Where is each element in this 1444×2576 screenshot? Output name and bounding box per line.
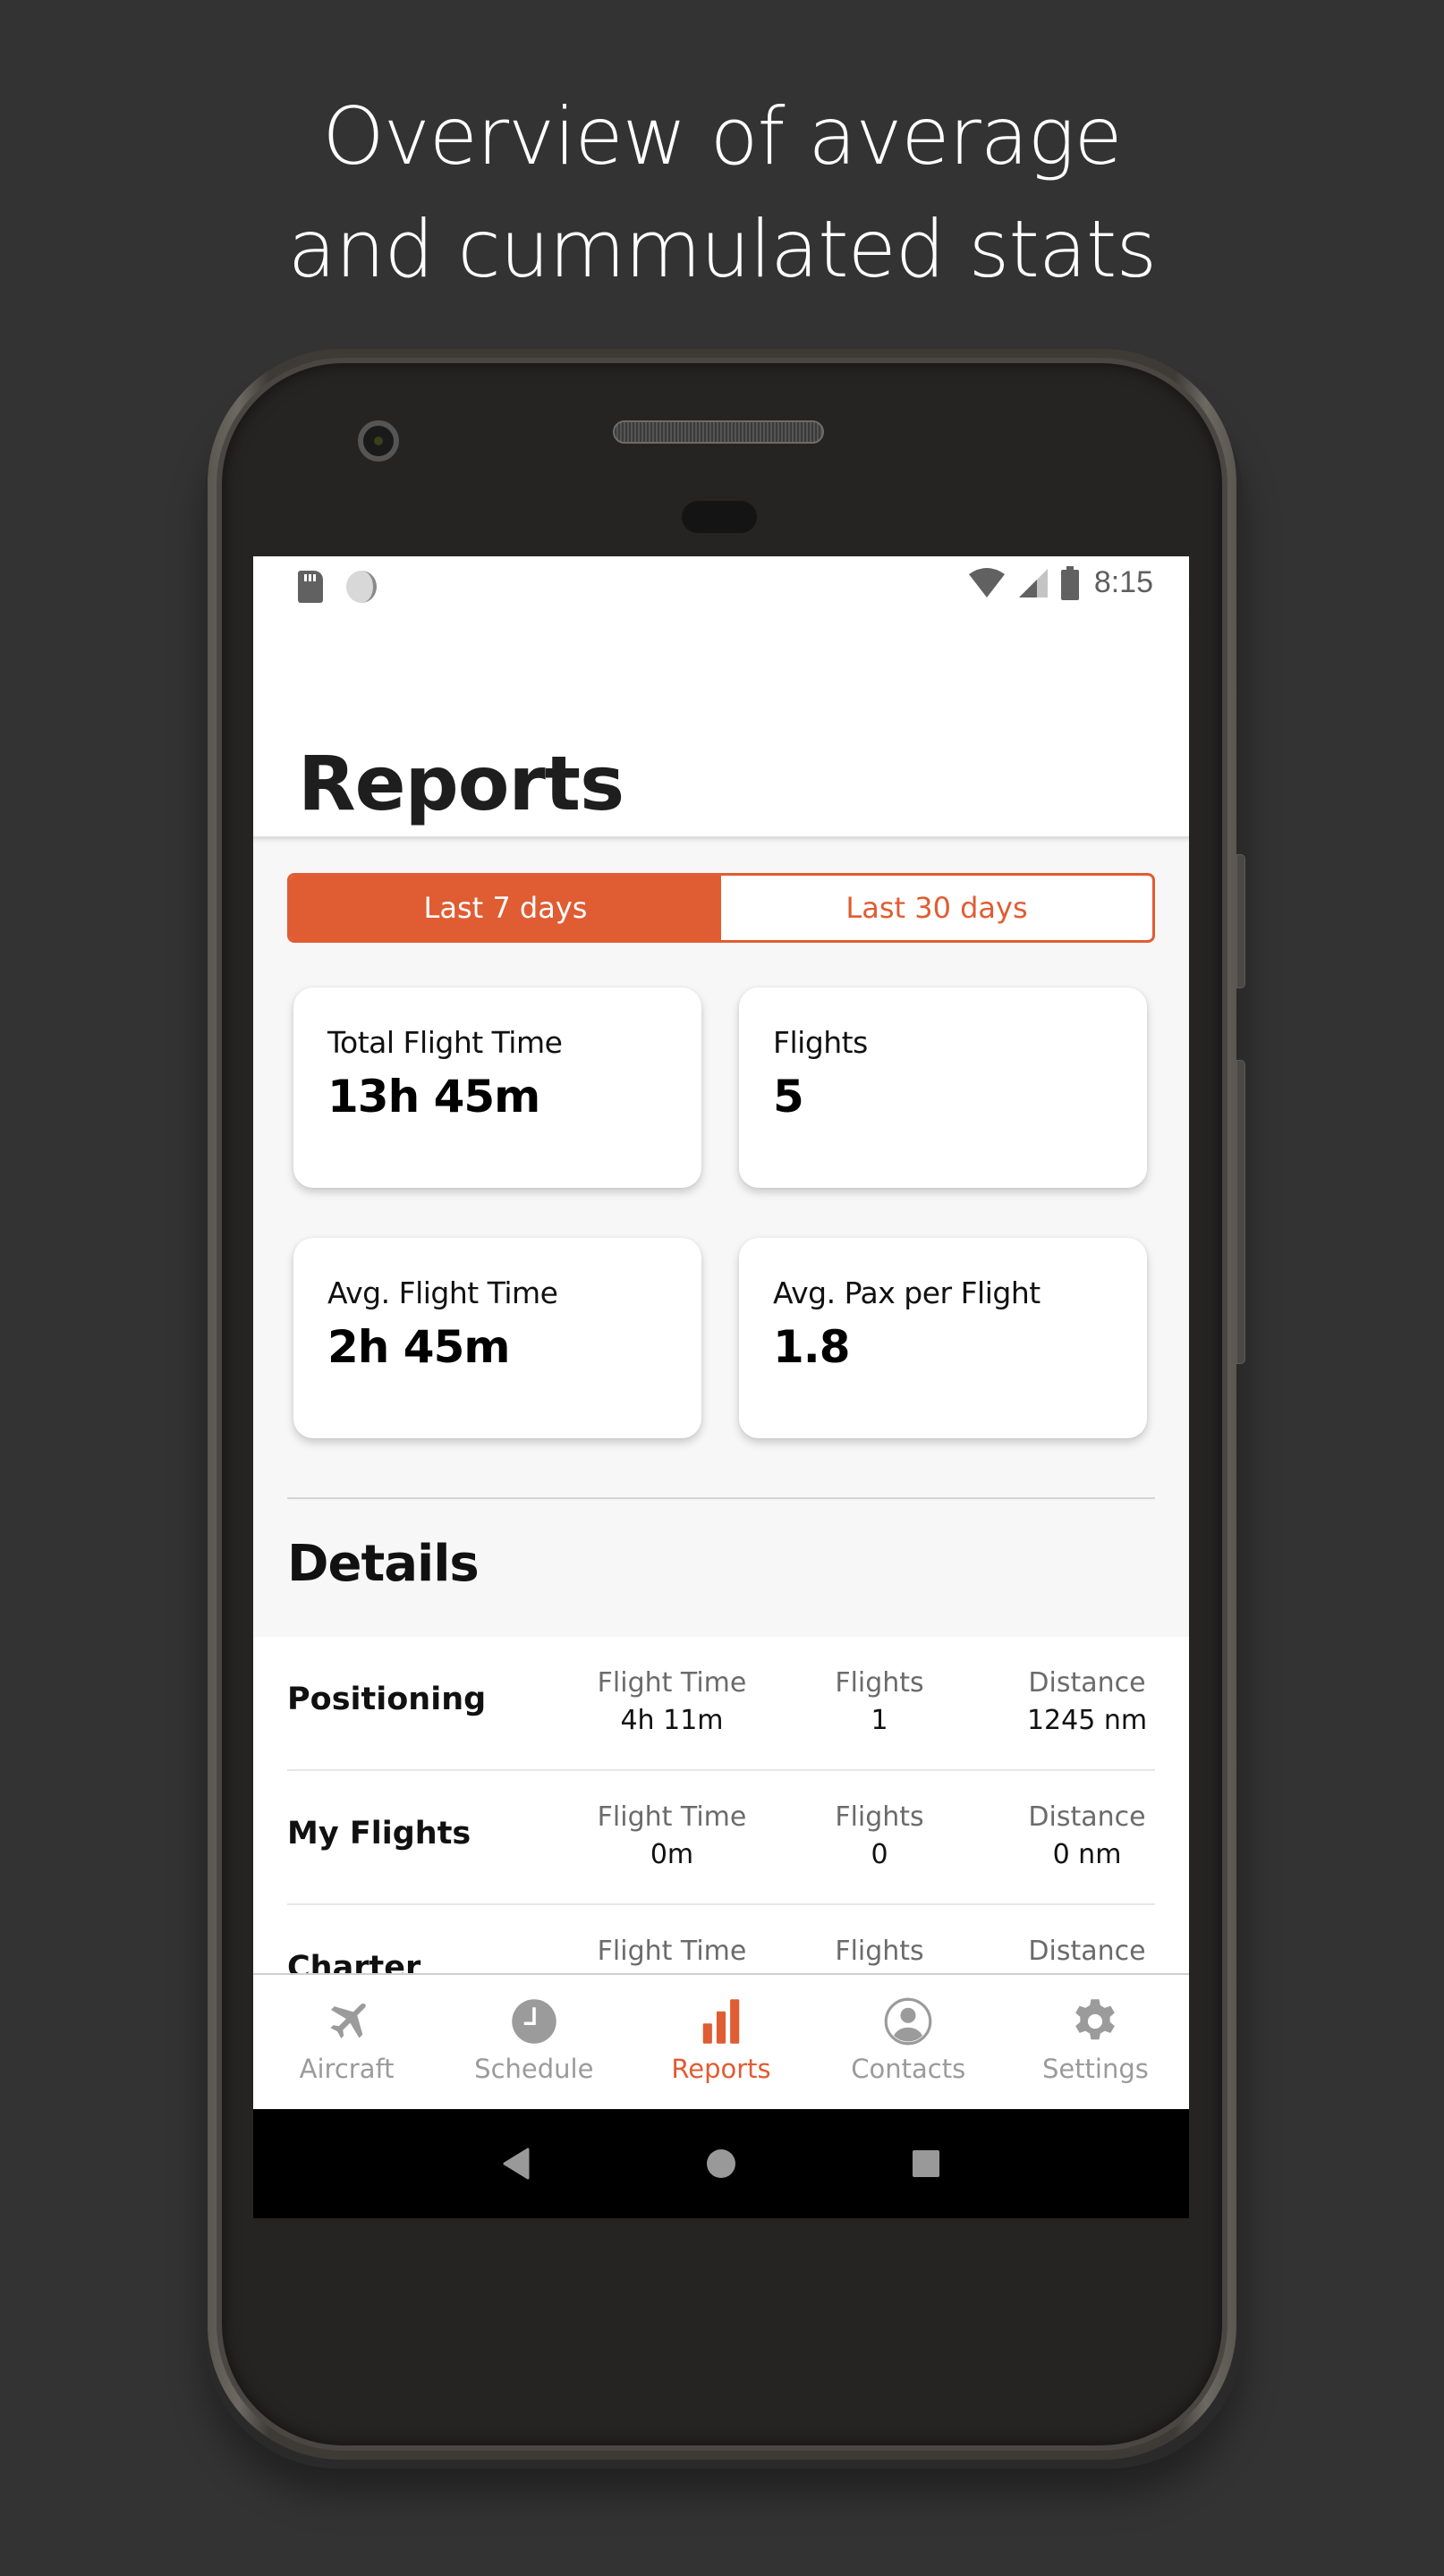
col-header: Flights: [835, 1801, 924, 1833]
stat-value: 5: [773, 1071, 804, 1123]
col-flight-time: Flight Time 4h 11m: [582, 1665, 761, 1741]
col-value: 0: [871, 1839, 888, 1870]
app-header: Reports: [253, 614, 1189, 839]
col-value: 0m: [650, 1839, 694, 1870]
nav-reports[interactable]: Reports: [627, 1975, 814, 2109]
tab-last-30-days[interactable]: Last 30 days: [721, 876, 1152, 940]
col-header: Flight Time: [597, 1667, 747, 1699]
person-circle-icon: [883, 1996, 933, 2046]
bottom-nav: Aircraft Schedule Reports Contacts Setti…: [253, 1973, 1189, 2109]
col-header: Distance: [1028, 1667, 1146, 1699]
col-value: 4h 11m: [620, 1705, 724, 1736]
col-header: Flight Time: [597, 1936, 747, 1967]
col-header: Distance: [1028, 1801, 1146, 1833]
col-flight-time: Flight Time 0m: [582, 1800, 761, 1875]
cell-signal-icon: [1018, 568, 1048, 597]
system-nav-bar: [253, 2109, 1189, 2218]
nav-aircraft[interactable]: Aircraft: [253, 1975, 440, 2109]
clock-icon: [509, 1996, 559, 2046]
col-distance: Distance 0 nm: [998, 1800, 1176, 1875]
battery-icon: [1060, 565, 1079, 600]
stat-value: 13h 45m: [327, 1071, 540, 1123]
col-header: Distance: [1028, 1936, 1146, 1967]
col-header: Flights: [835, 1936, 924, 1967]
bar-chart-icon: [696, 1996, 746, 2046]
nav-settings[interactable]: Settings: [1002, 1975, 1189, 2109]
tab-last-7-days[interactable]: Last 7 days: [290, 876, 721, 940]
col-flights: Flights 1: [790, 1665, 969, 1741]
details-list: Positioning Flight Time 4h 11m Flights 1…: [253, 1637, 1189, 2012]
detail-row-positioning[interactable]: Positioning Flight Time 4h 11m Flights 1…: [287, 1637, 1155, 1771]
col-distance: Distance 1245 nm: [998, 1665, 1176, 1741]
col-flights: Flights: [790, 1934, 969, 1970]
stat-label: Total Flight Time: [327, 1025, 563, 1060]
stat-card-total-flight-time: Total Flight Time 13h 45m: [293, 987, 701, 1188]
row-name: Positioning: [287, 1682, 487, 1717]
stat-label: Avg. Flight Time: [327, 1275, 558, 1310]
col-distance: Distance: [998, 1934, 1176, 1970]
status-bar: 8:15: [253, 556, 1189, 614]
col-flight-time: Flight Time: [582, 1934, 761, 1970]
period-toggle: Last 7 days Last 30 days: [287, 873, 1155, 943]
stat-label: Flights: [773, 1025, 868, 1060]
gear-icon: [1070, 1996, 1120, 2046]
detail-row-my-flights[interactable]: My Flights Flight Time 0m Flights 0 Dist…: [287, 1771, 1155, 1905]
back-icon[interactable]: [489, 2137, 543, 2190]
stat-label: Avg. Pax per Flight: [773, 1275, 1041, 1310]
airplane-icon: [322, 1996, 372, 2046]
recents-icon[interactable]: [899, 2137, 953, 2190]
proximity-sensor: [682, 501, 757, 533]
home-icon[interactable]: [694, 2137, 748, 2190]
nav-contacts[interactable]: Contacts: [815, 1975, 1002, 2109]
details-heading: Details: [287, 1535, 480, 1593]
col-value: 0 nm: [1052, 1839, 1122, 1870]
stat-card-avg-pax: Avg. Pax per Flight 1.8: [739, 1238, 1147, 1438]
status-time: 8:15: [1093, 565, 1153, 599]
power-button: [1236, 854, 1245, 988]
section-divider: [287, 1497, 1155, 1499]
stat-card-flights: Flights 5: [739, 987, 1147, 1188]
stat-value: 2h 45m: [327, 1321, 510, 1373]
headline-line-1: Overview of average: [322, 90, 1122, 182]
app-screen: 8:15 Reports Last 7 days Last 30 days To…: [253, 556, 1189, 2218]
sd-card-icon: [298, 571, 323, 603]
col-value: 1245 nm: [1026, 1705, 1148, 1736]
nav-schedule[interactable]: Schedule: [440, 1975, 627, 2109]
nav-label: Reports: [671, 2054, 771, 2084]
row-name: My Flights: [287, 1816, 471, 1852]
col-header: Flights: [835, 1667, 924, 1699]
volume-button: [1236, 1060, 1245, 1364]
col-header: Flight Time: [597, 1801, 747, 1833]
stat-card-avg-flight-time: Avg. Flight Time 2h 45m: [293, 1238, 701, 1438]
nav-label: Contacts: [851, 2054, 966, 2084]
front-camera: [358, 420, 399, 462]
page-title: Reports: [298, 740, 624, 827]
nav-label: Schedule: [474, 2054, 594, 2084]
earpiece-speaker: [613, 420, 824, 444]
col-value: 1: [871, 1705, 888, 1736]
col-flights: Flights 0: [790, 1800, 969, 1875]
wifi-icon: [968, 567, 1005, 597]
sync-icon: [346, 571, 377, 603]
nav-label: Aircraft: [299, 2054, 395, 2084]
headline-line-2: and cummulated stats: [287, 203, 1157, 295]
stat-value: 1.8: [773, 1321, 851, 1373]
promo-headline: Overview of average and cummulated stats: [0, 80, 1444, 306]
nav-label: Settings: [1041, 2054, 1149, 2084]
